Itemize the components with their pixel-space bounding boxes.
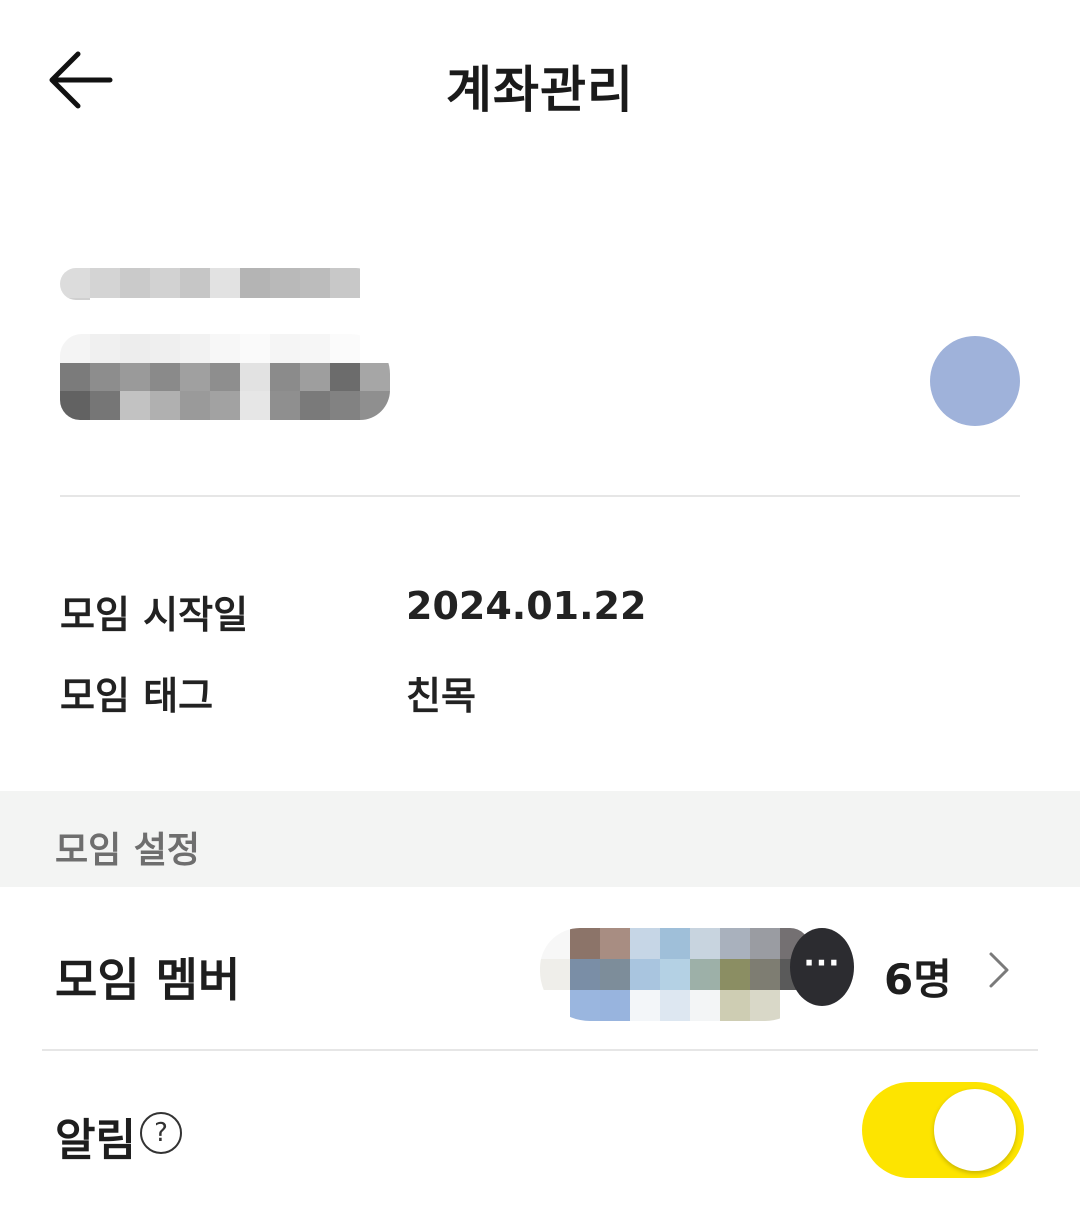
settings-section-title: 모임 설정 xyxy=(55,830,201,871)
tag-value: 친목 xyxy=(406,674,476,718)
tag-label: 모임 태그 xyxy=(60,674,214,718)
notification-toggle[interactable] xyxy=(862,1082,1024,1178)
more-members-avatar: ··· xyxy=(790,928,854,1006)
member-avatars-redacted xyxy=(540,928,810,1021)
notification-label: 알림 xyxy=(55,1115,136,1166)
account-number-redacted xyxy=(60,268,372,300)
members-label: 모임 멤버 xyxy=(55,953,241,1007)
start-date-value: 2024.01.22 xyxy=(406,584,647,628)
page-title: 계좌관리 xyxy=(446,61,634,119)
question-circle-icon[interactable]: ? xyxy=(140,1112,182,1154)
divider xyxy=(60,495,1020,497)
account-avatar xyxy=(930,336,1020,426)
chevron-right-icon xyxy=(989,952,1009,988)
account-name-redacted xyxy=(60,334,390,420)
start-date-label: 모임 시작일 xyxy=(60,593,249,637)
toggle-knob xyxy=(934,1089,1016,1171)
divider xyxy=(42,1049,1038,1051)
member-count: 6명 xyxy=(884,955,952,1004)
